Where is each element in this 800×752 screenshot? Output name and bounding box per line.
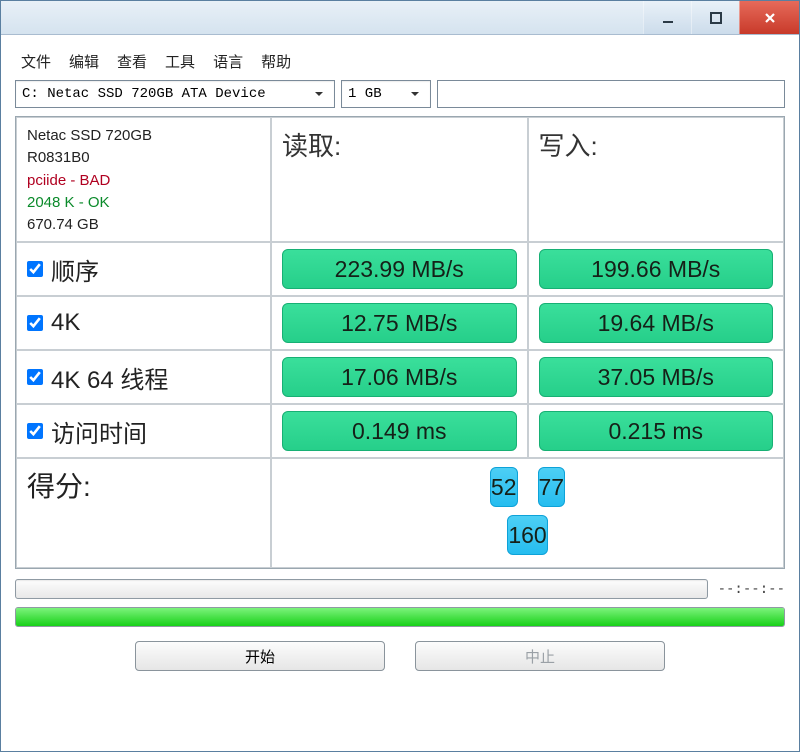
button-row: 开始 中止	[15, 641, 785, 671]
k4-64-checkbox[interactable]	[27, 369, 43, 385]
stop-button[interactable]: 中止	[415, 641, 665, 671]
progress-bar-2	[15, 607, 785, 627]
app-window: 文件 编辑 查看 工具 语言 帮助 C: Netac SSD 720GB ATA…	[0, 0, 800, 752]
access-read-cell: 0.149 ms	[271, 404, 528, 458]
close-button[interactable]	[739, 1, 799, 34]
device-capacity: 670.74 GB	[27, 215, 99, 235]
access-write-cell: 0.215 ms	[528, 404, 785, 458]
device-select-value: C: Netac SSD 720GB ATA Device	[22, 86, 266, 102]
toolbar: C: Netac SSD 720GB ATA Device 1 GB	[15, 80, 785, 108]
titlebar[interactable]	[1, 1, 799, 35]
menubar: 文件 编辑 查看 工具 语言 帮助	[15, 49, 785, 80]
size-select-value: 1 GB	[348, 86, 382, 102]
menu-view[interactable]: 查看	[117, 51, 147, 72]
access-label: 访问时间	[51, 414, 147, 449]
k4-64-read-value: 17.06 MB/s	[282, 357, 517, 397]
read-header: 读取:	[271, 117, 528, 242]
menu-language[interactable]: 语言	[213, 51, 243, 72]
score-write: 77	[538, 467, 566, 507]
device-align: 2048 K - OK	[27, 193, 110, 213]
k4-read-cell: 12.75 MB/s	[271, 296, 528, 350]
seq-checkbox[interactable]	[27, 261, 43, 277]
device-select[interactable]: C: Netac SSD 720GB ATA Device	[15, 80, 335, 108]
k4-64-label: 4K 64 线程	[51, 360, 168, 395]
progress-bar-1	[15, 579, 708, 599]
write-header: 写入:	[528, 117, 785, 242]
seq-write-value: 199.66 MB/s	[539, 249, 774, 289]
chevron-down-icon	[406, 85, 424, 103]
access-row-label: 访问时间	[16, 404, 271, 458]
device-info: Netac SSD 720GB R0831B0 pciide - BAD 204…	[16, 117, 271, 242]
score-read: 52	[490, 467, 518, 507]
size-select[interactable]: 1 GB	[341, 80, 431, 108]
minimize-button[interactable]	[643, 1, 691, 34]
k4-row-label: 4K	[16, 296, 271, 350]
seq-read-cell: 223.99 MB/s	[271, 242, 528, 296]
chevron-down-icon	[310, 85, 328, 103]
access-read-value: 0.149 ms	[282, 411, 517, 451]
toolbar-spacer-field	[437, 80, 785, 108]
content-area: 文件 编辑 查看 工具 语言 帮助 C: Netac SSD 720GB ATA…	[1, 35, 799, 751]
seq-label: 顺序	[51, 252, 99, 287]
k4-write-value: 19.64 MB/s	[539, 303, 774, 343]
score-area: 52 77 160	[271, 458, 784, 568]
maximize-button[interactable]	[691, 1, 739, 34]
seq-read-value: 223.99 MB/s	[282, 249, 517, 289]
menu-edit[interactable]: 编辑	[69, 51, 99, 72]
k4-64-row-label: 4K 64 线程	[16, 350, 271, 404]
k4-64-read-cell: 17.06 MB/s	[271, 350, 528, 404]
results-grid: Netac SSD 720GB R0831B0 pciide - BAD 204…	[15, 116, 785, 569]
device-fw: R0831B0	[27, 148, 90, 168]
start-button[interactable]: 开始	[135, 641, 385, 671]
score-label: 得分:	[16, 458, 271, 568]
seq-row-label: 顺序	[16, 242, 271, 296]
progress-bar-2-fill	[16, 608, 784, 626]
k4-write-cell: 19.64 MB/s	[528, 296, 785, 350]
k4-checkbox[interactable]	[27, 315, 43, 331]
seq-write-cell: 199.66 MB/s	[528, 242, 785, 296]
window-controls	[643, 1, 799, 34]
menu-help[interactable]: 帮助	[261, 51, 291, 72]
progress-time: --:--:--	[718, 581, 785, 597]
k4-label: 4K	[51, 309, 80, 337]
access-write-value: 0.215 ms	[539, 411, 774, 451]
menu-file[interactable]: 文件	[21, 51, 51, 72]
progress-section: --:--:--	[15, 579, 785, 627]
score-total: 160	[507, 515, 547, 555]
k4-64-write-value: 37.05 MB/s	[539, 357, 774, 397]
device-name: Netac SSD 720GB	[27, 126, 152, 146]
menu-tools[interactable]: 工具	[165, 51, 195, 72]
device-interface: pciide - BAD	[27, 171, 110, 191]
k4-64-write-cell: 37.05 MB/s	[528, 350, 785, 404]
k4-read-value: 12.75 MB/s	[282, 303, 517, 343]
access-checkbox[interactable]	[27, 423, 43, 439]
